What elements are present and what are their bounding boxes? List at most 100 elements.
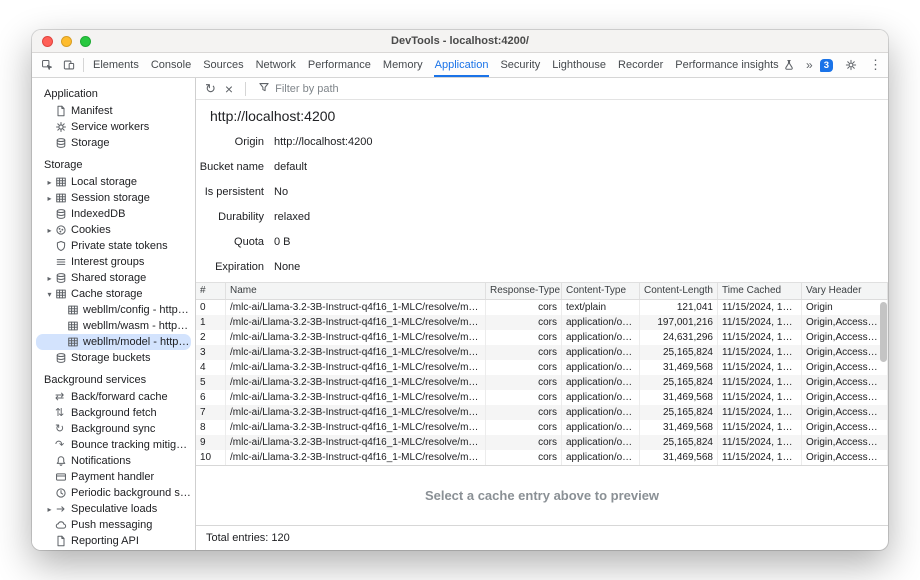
cache-origin-title: http://localhost:4200 (196, 100, 888, 125)
sidebar-item-shared-storage[interactable]: ▸Shared storage (36, 270, 191, 286)
inspect-element-icon[interactable] (36, 53, 58, 77)
sidebar-item-webllm-wasm-http-loca[interactable]: webllm/wasm - http://loca… (36, 318, 191, 334)
sidebar-item-label: Manifest (71, 105, 113, 117)
sidebar-item-indexeddb[interactable]: IndexedDB (36, 206, 191, 222)
sidebar-item-notifications[interactable]: Notifications (36, 453, 191, 469)
chevron-right-icon[interactable]: ▸ (44, 226, 55, 235)
cache-entry-row[interactable]: 2/mlc-ai/Llama-3.2-3B-Instruct-q4f16_1-M… (196, 330, 888, 345)
cell-time-cached: 11/15/2024, 10… (718, 375, 802, 390)
more-options-icon[interactable]: ⋮ (869, 57, 882, 73)
application-sidebar: ApplicationManifestService workersStorag… (32, 78, 196, 550)
sidebar-item-session-storage[interactable]: ▸Session storage (36, 190, 191, 206)
sidebar-item-label: Background sync (71, 423, 155, 435)
sidebar-item-payment-handler[interactable]: Payment handler (36, 469, 191, 485)
cache-entry-row[interactable]: 9/mlc-ai/Llama-3.2-3B-Instruct-q4f16_1-M… (196, 435, 888, 450)
close-window-button[interactable] (42, 36, 53, 47)
column-header-content-type[interactable]: Content-Type (562, 283, 640, 299)
cell-time-cached: 11/15/2024, 10… (718, 405, 802, 420)
delete-selected-icon[interactable]: × (225, 82, 233, 96)
shield-icon (55, 240, 71, 252)
titlebar[interactable]: DevTools - localhost:4200/ (32, 30, 888, 53)
tab-recorder[interactable]: Recorder (612, 53, 669, 77)
minimize-window-button[interactable] (61, 36, 72, 47)
tab-network[interactable]: Network (250, 53, 302, 77)
sidebar-item-manifest[interactable]: Manifest (36, 103, 191, 119)
tab-label: Network (256, 59, 296, 71)
cache-entry-row[interactable]: 3/mlc-ai/Llama-3.2-3B-Instruct-q4f16_1-M… (196, 345, 888, 360)
chevron-right-icon[interactable]: ▸ (44, 194, 55, 203)
chevron-right-icon[interactable]: ▸ (44, 505, 55, 514)
cell-name: /mlc-ai/Llama-3.2-3B-Instruct-q4f16_1-ML… (226, 315, 486, 330)
sidebar-item-push-messaging[interactable]: Push messaging (36, 517, 191, 533)
sidebar-item-cookies[interactable]: ▸Cookies (36, 222, 191, 238)
sidebar-item-webllm-config-http-loc[interactable]: webllm/config - http://loc… (36, 302, 191, 318)
sidebar-item-local-storage[interactable]: ▸Local storage (36, 174, 191, 190)
cache-entry-row[interactable]: 8/mlc-ai/Llama-3.2-3B-Instruct-q4f16_1-M… (196, 420, 888, 435)
column-header-response-type[interactable]: Response-Type (486, 283, 562, 299)
column-header-vary-header[interactable]: Vary Header (802, 283, 888, 299)
cell-vary-header: Origin,Access… (802, 330, 888, 345)
filter-by-path-input[interactable] (275, 83, 405, 95)
tab-performance[interactable]: Performance (302, 53, 377, 77)
settings-gear-icon[interactable] (840, 59, 862, 71)
device-toolbar-icon[interactable] (58, 53, 80, 77)
sidebar-item-webllm-model-http-loc[interactable]: webllm/model - http://loc… (36, 334, 191, 350)
tab-console[interactable]: Console (145, 53, 197, 77)
cache-entry-row[interactable]: 0/mlc-ai/Llama-3.2-3B-Instruct-q4f16_1-M… (196, 300, 888, 315)
cell-time-cached: 11/15/2024, 10… (718, 420, 802, 435)
tab-application[interactable]: Application (429, 53, 495, 77)
sidebar-item-service-workers[interactable]: Service workers (36, 119, 191, 135)
cell-response-type: cors (486, 420, 562, 435)
cell-vary-header: Origin,Access… (802, 375, 888, 390)
sidebar-item-cache-storage[interactable]: ▾Cache storage (36, 286, 191, 302)
cell-content-type: application/oc… (562, 330, 640, 345)
cell-index: 2 (196, 330, 226, 345)
sidebar-item-private-state-tokens[interactable]: Private state tokens (36, 238, 191, 254)
cache-entry-row[interactable]: 4/mlc-ai/Llama-3.2-3B-Instruct-q4f16_1-M… (196, 360, 888, 375)
sidebar-item-interest-groups[interactable]: Interest groups (36, 254, 191, 270)
chevron-right-icon[interactable]: ▸ (44, 274, 55, 283)
tab-lighthouse[interactable]: Lighthouse (546, 53, 612, 77)
service-worker-icon (55, 121, 71, 133)
sidebar-item-back-forward-cache[interactable]: ⇄Back/forward cache (36, 389, 191, 405)
cache-entry-row[interactable]: 6/mlc-ai/Llama-3.2-3B-Instruct-q4f16_1-M… (196, 390, 888, 405)
sidebar-tree: ApplicationManifestService workersStorag… (32, 80, 195, 549)
filter-funnel-icon (258, 80, 270, 98)
more-tabs-button[interactable]: » (806, 58, 813, 72)
table-icon (67, 304, 83, 316)
tab-security[interactable]: Security (494, 53, 546, 77)
tab-memory[interactable]: Memory (377, 53, 429, 77)
sidebar-item-storage[interactable]: Storage (36, 135, 191, 151)
column-header-time-cached[interactable]: Time Cached (718, 283, 802, 299)
tab-sources[interactable]: Sources (197, 53, 249, 77)
cache-entry-row[interactable]: 5/mlc-ai/Llama-3.2-3B-Instruct-q4f16_1-M… (196, 375, 888, 390)
tab-elements[interactable]: Elements (87, 53, 145, 77)
column-header-content-length[interactable]: Content-Length (640, 283, 718, 299)
cell-vary-header: Origin,Access… (802, 405, 888, 420)
toolbar-divider (83, 58, 84, 72)
scrollbar-thumb[interactable] (880, 302, 887, 362)
table-scrollbar[interactable] (879, 301, 888, 465)
sidebar-item-speculative-loads[interactable]: ▸Speculative loads (36, 501, 191, 517)
column-header-name[interactable]: Name (226, 283, 486, 299)
sidebar-item-background-fetch[interactable]: ⇅Background fetch (36, 405, 191, 421)
chevron-right-icon[interactable]: ▸ (44, 178, 55, 187)
sidebar-item-label: Storage buckets (71, 352, 151, 364)
refresh-icon[interactable]: ↻ (205, 82, 216, 95)
console-messages-badge[interactable]: 3 (820, 59, 833, 72)
cache-entry-row[interactable]: 10/mlc-ai/Llama-3.2-3B-Instruct-q4f16_1-… (196, 450, 888, 465)
cell-vary-header: Origin,Access… (802, 360, 888, 375)
tab-performance-insights[interactable]: Performance insights (669, 53, 800, 77)
zoom-window-button[interactable] (80, 36, 91, 47)
sidebar-item-periodic-background-sync[interactable]: Periodic background sync (36, 485, 191, 501)
chevron-down-icon[interactable]: ▾ (44, 290, 55, 299)
cell-name: /mlc-ai/Llama-3.2-3B-Instruct-q4f16_1-ML… (226, 435, 486, 450)
sidebar-item-background-sync[interactable]: ↻Background sync (36, 421, 191, 437)
cache-entry-row[interactable]: 7/mlc-ai/Llama-3.2-3B-Instruct-q4f16_1-M… (196, 405, 888, 420)
sidebar-item-reporting-api[interactable]: Reporting API (36, 533, 191, 549)
cache-entry-row[interactable]: 1/mlc-ai/Llama-3.2-3B-Instruct-q4f16_1-M… (196, 315, 888, 330)
sidebar-item-bounce-tracking-mitigations[interactable]: ↷Bounce tracking mitigations (36, 437, 191, 453)
sidebar-item-storage-buckets[interactable]: Storage buckets (36, 350, 191, 366)
cell-index: 7 (196, 405, 226, 420)
column-header-index[interactable]: # (196, 283, 226, 299)
